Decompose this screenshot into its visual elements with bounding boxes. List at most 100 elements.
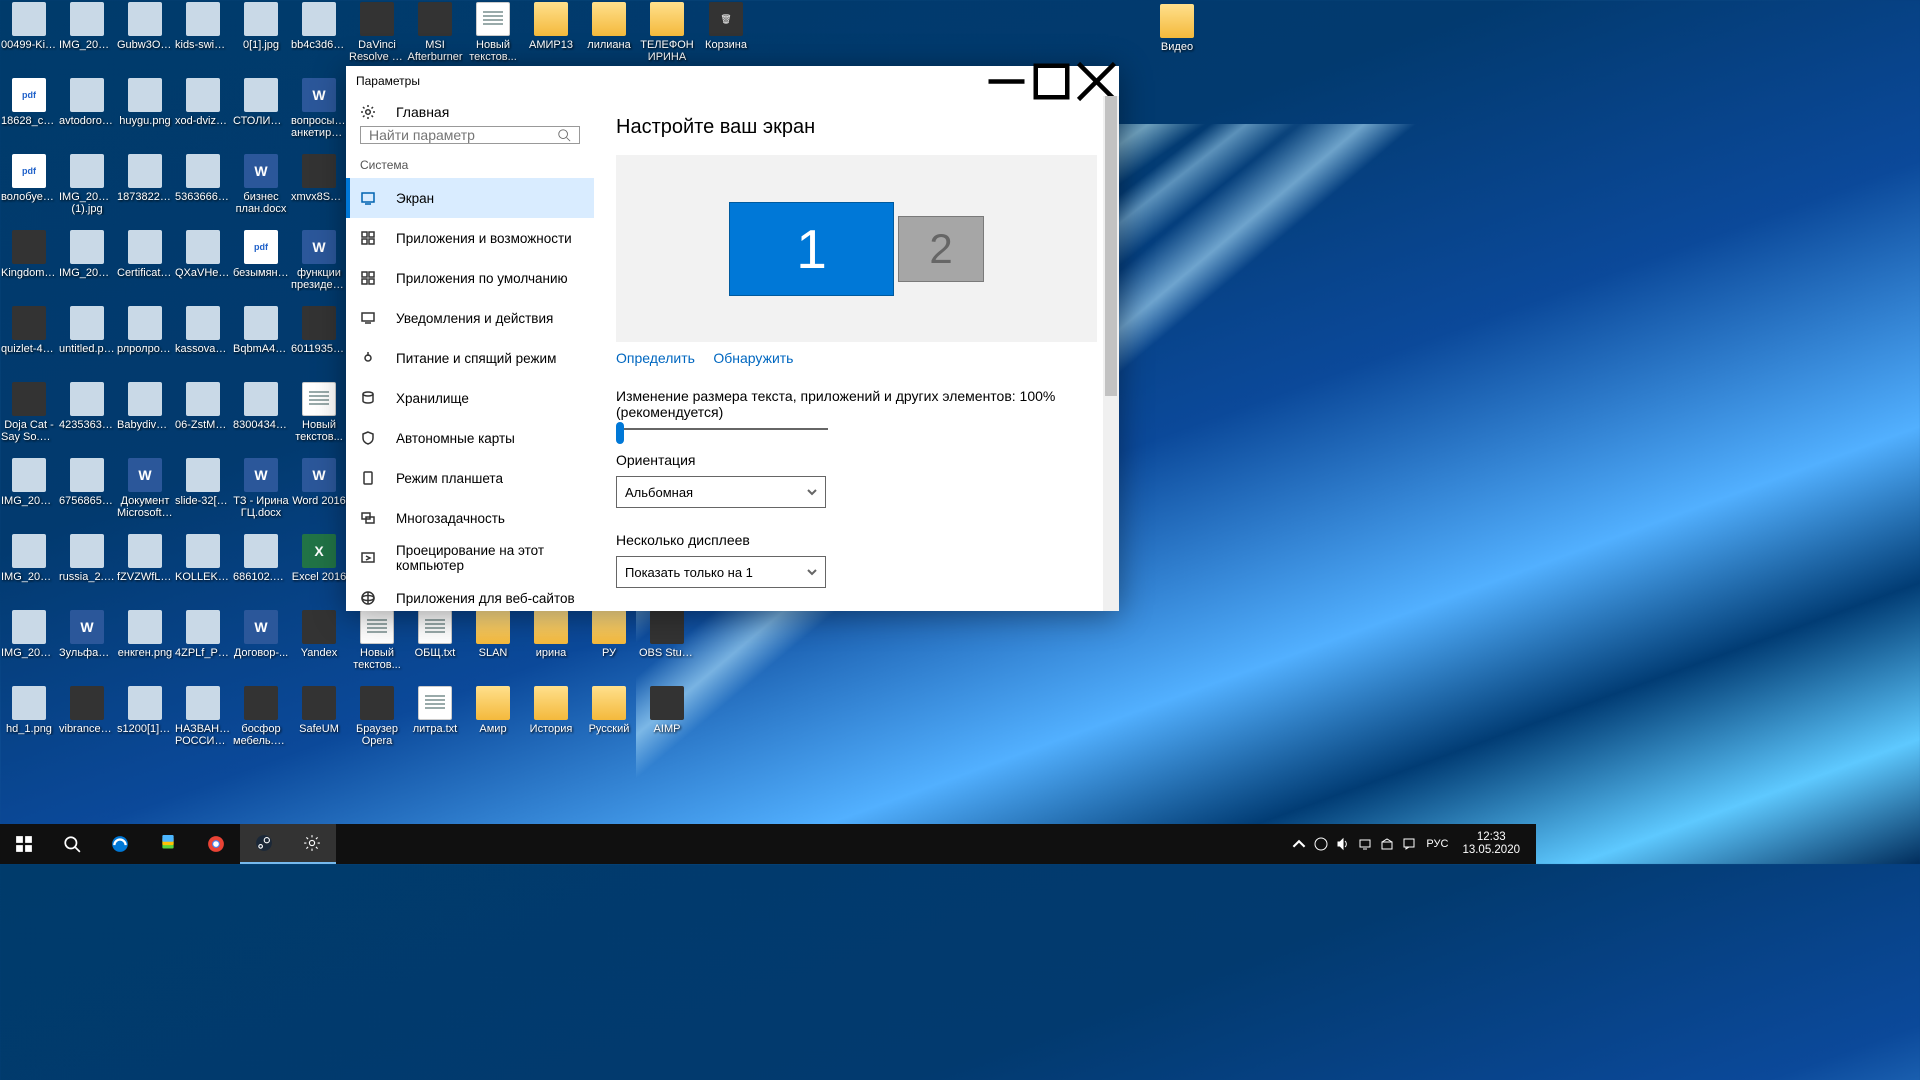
- search-input-wrap[interactable]: [360, 126, 580, 144]
- desktop-icon[interactable]: SafeUM: [290, 684, 348, 760]
- tray-action-center-icon[interactable]: [1398, 837, 1420, 851]
- desktop-icon[interactable]: QXaVHeYJ...: [174, 228, 232, 304]
- desktop-icon[interactable]: IMG_20190...: [58, 228, 116, 304]
- maximize-button[interactable]: [1029, 66, 1074, 96]
- desktop-icon[interactable]: IMG_20190...(1).jpg: [58, 152, 116, 228]
- desktop-icon[interactable]: OBS Studio: [638, 608, 696, 684]
- desktop-icon[interactable]: WЗульфаиз...: [58, 608, 116, 684]
- taskbar-settings[interactable]: [288, 824, 336, 864]
- desktop-icon[interactable]: 06-ZstMG...: [174, 380, 232, 456]
- desktop-icon[interactable]: slide-32[1]...: [174, 456, 232, 532]
- search-input[interactable]: [369, 127, 557, 143]
- scrollbar-thumb[interactable]: [1105, 96, 1117, 396]
- multiple-displays-combo[interactable]: Показать только на 1: [616, 556, 826, 588]
- search-button[interactable]: [48, 824, 96, 864]
- slider-thumb[interactable]: [616, 422, 624, 444]
- minimize-button[interactable]: [984, 66, 1029, 96]
- orientation-combo[interactable]: Альбомная: [616, 476, 826, 508]
- taskbar-chrome[interactable]: [192, 824, 240, 864]
- language-indicator[interactable]: РУС: [1420, 838, 1454, 850]
- desktop-icon[interactable]: 6011935399...: [290, 304, 348, 380]
- desktop-icon[interactable]: 42353637.png: [58, 380, 116, 456]
- tray-chevron-up-icon[interactable]: [1288, 837, 1310, 851]
- nav-item-9[interactable]: Проецирование на этот компьютер: [346, 538, 594, 578]
- desktop-icon[interactable]: История: [522, 684, 580, 760]
- desktop-icon[interactable]: Kingdom-...: [0, 228, 58, 304]
- identify-link[interactable]: Определить: [616, 350, 695, 366]
- desktop-icon[interactable]: 5363666.png: [174, 152, 232, 228]
- close-button[interactable]: [1074, 66, 1119, 96]
- desktop-icon[interactable]: Gubw3OET...: [116, 0, 174, 76]
- tray-network-icon[interactable]: [1354, 837, 1376, 851]
- desktop-icon[interactable]: лилиана: [580, 0, 638, 76]
- nav-item-0[interactable]: Экран: [346, 178, 594, 218]
- desktop-icon[interactable]: 18738222_i...: [116, 152, 174, 228]
- desktop-icon[interactable]: БраузерOpera: [348, 684, 406, 760]
- desktop-icon[interactable]: 6756865658...: [58, 456, 116, 532]
- desktop-icon[interactable]: kids-swim...: [174, 0, 232, 76]
- desktop-icon[interactable]: Новыйтекстов...: [464, 0, 522, 76]
- desktop-icon[interactable]: Doja Cat -Say So.mp3: [0, 380, 58, 456]
- desktop-icon[interactable]: pdfбезымянн...: [232, 228, 290, 304]
- nav-item-4[interactable]: Питание и спящий режим: [346, 338, 594, 378]
- desktop-icon[interactable]: IMG_20200...: [58, 0, 116, 76]
- desktop-icon[interactable]: untitled.png: [58, 304, 116, 380]
- desktop-icon[interactable]: Babydive_I...: [116, 380, 174, 456]
- desktop-icon[interactable]: 686102.png: [232, 532, 290, 608]
- desktop-icon[interactable]: vibranceG...: [58, 684, 116, 760]
- desktop-icon[interactable]: 0[1].jpg: [232, 0, 290, 76]
- desktop-icon[interactable]: енкген.png: [116, 608, 174, 684]
- desktop-icon[interactable]: BqbmA4O...: [232, 304, 290, 380]
- desktop-icon[interactable]: 4ZPLf_P433...: [174, 608, 232, 684]
- taskbar-steam[interactable]: [240, 824, 288, 864]
- tray-steam-icon[interactable]: [1310, 837, 1332, 851]
- desktop-icon[interactable]: MSIAfterburner: [406, 0, 464, 76]
- desktop-icon[interactable]: ирина: [522, 608, 580, 684]
- desktop-icon[interactable]: fZVZWfLE...: [116, 532, 174, 608]
- desktop-icon[interactable]: IMG_20200...: [0, 532, 58, 608]
- desktop-icon[interactable]: WWord 2016: [290, 456, 348, 532]
- desktop-icon[interactable]: xod-dvizeni...: [174, 76, 232, 152]
- desktop-icon[interactable]: 00499-King...: [0, 0, 58, 76]
- desktop-icon[interactable]: Новыйтекстов...: [290, 380, 348, 456]
- desktop-icon[interactable]: СТОЛИЦЫ...: [232, 76, 290, 152]
- desktop-icon[interactable]: Wфункциипрезидент...: [290, 228, 348, 304]
- scrollbar[interactable]: [1103, 96, 1119, 611]
- desktop-icon[interactable]: xmvx8SSPv...: [290, 152, 348, 228]
- desktop-icon[interactable]: ТЕЛЕФОНИРИНА: [638, 0, 696, 76]
- nav-item-6[interactable]: Автономные карты: [346, 418, 594, 458]
- desktop-icon[interactable]: Wбизнесплан.docx: [232, 152, 290, 228]
- nav-item-7[interactable]: Режим планшета: [346, 458, 594, 498]
- nav-item-5[interactable]: Хранилище: [346, 378, 594, 418]
- desktop-icon[interactable]: s1200[1].jpg: [116, 684, 174, 760]
- detect-link[interactable]: Обнаружить: [713, 350, 793, 366]
- tray-volume-icon[interactable]: [1332, 837, 1354, 851]
- desktop-icon[interactable]: Амир: [464, 684, 522, 760]
- taskbar-edge[interactable]: [96, 824, 144, 864]
- desktop-icon[interactable]: bb4c3d6b5...: [290, 0, 348, 76]
- desktop-icon[interactable]: ОБЩ.txt: [406, 608, 464, 684]
- desktop-icon[interactable]: Wвопросы поанкетиров...: [290, 76, 348, 152]
- taskbar-bluestacks[interactable]: [144, 824, 192, 864]
- desktop-icon[interactable]: russia_2.jpg: [58, 532, 116, 608]
- desktop-icon[interactable]: IMG_20200...: [0, 456, 58, 532]
- desktop-icon[interactable]: босформебель.w...: [232, 684, 290, 760]
- desktop-icon-recycle-bin[interactable]: 🗑 Корзина: [697, 0, 755, 76]
- desktop-icon[interactable]: WДоговор-...: [232, 608, 290, 684]
- desktop-icon[interactable]: WТЗ - ИринаГЦ.docx: [232, 456, 290, 532]
- nav-home[interactable]: Главная: [346, 104, 594, 120]
- desktop-icon[interactable]: 8300434479...: [232, 380, 290, 456]
- tray-defender-icon[interactable]: [1376, 837, 1398, 851]
- desktop-icon[interactable]: литра.txt: [406, 684, 464, 760]
- desktop-icon[interactable]: avtodorogi...: [58, 76, 116, 152]
- desktop-icon[interactable]: AIMP: [638, 684, 696, 760]
- desktop-icon[interactable]: SLAN: [464, 608, 522, 684]
- desktop-icon[interactable]: WДокументMicrosoft ...: [116, 456, 174, 532]
- start-button[interactable]: [0, 824, 48, 864]
- nav-item-2[interactable]: Приложения по умолчанию: [346, 258, 594, 298]
- desktop-icon[interactable]: kassovaya-...: [174, 304, 232, 380]
- desktop-icon[interactable]: IMG_20200...: [0, 608, 58, 684]
- desktop-icon[interactable]: Yandex: [290, 608, 348, 684]
- clock[interactable]: 12:33 13.05.2020: [1454, 831, 1528, 857]
- desktop-icon[interactable]: Новыйтекстов...: [348, 608, 406, 684]
